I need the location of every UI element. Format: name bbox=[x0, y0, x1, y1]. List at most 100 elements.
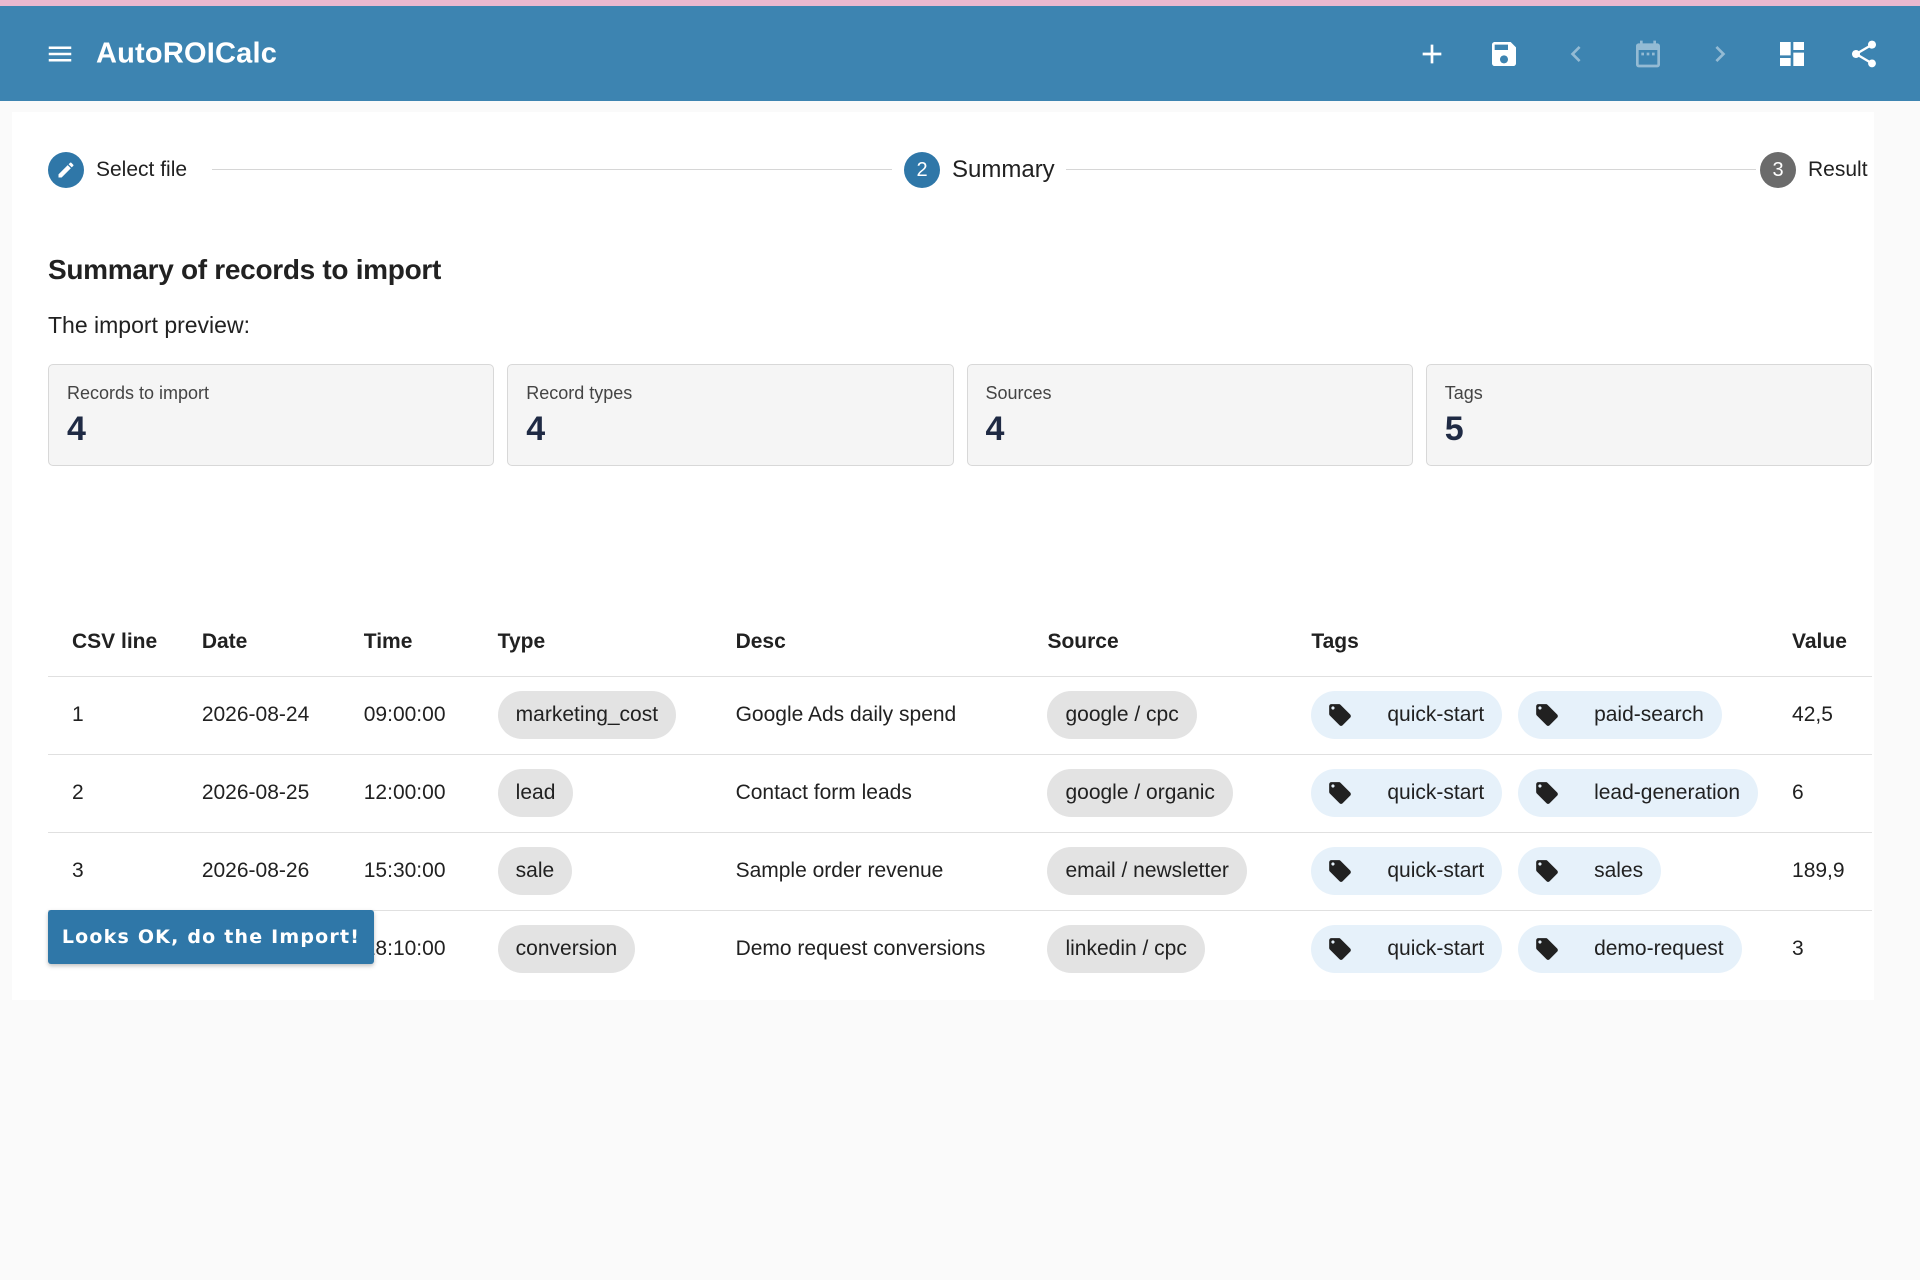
stat-tags: Tags 5 bbox=[1425, 364, 1872, 466]
tag-icon bbox=[1536, 860, 1558, 882]
table-row: 3 2026-08-26 15:30:00 sale Sample order … bbox=[48, 832, 1872, 911]
next-button[interactable] bbox=[1684, 22, 1756, 86]
cell-tags: quick-start paid-search bbox=[1287, 676, 1769, 755]
save-button[interactable] bbox=[1468, 22, 1540, 86]
table-row: 1 2026-08-24 09:00:00 marketing_cost Goo… bbox=[48, 676, 1872, 755]
table-header-row: CSV line Date Time Type Desc Source Tags… bbox=[48, 608, 1872, 677]
summary-stats: Records to import 4 Record types 4 Sourc… bbox=[48, 364, 1872, 466]
cell-value: 42,5 bbox=[1768, 676, 1872, 755]
step-summary[interactable]: 2 Summary bbox=[904, 148, 1055, 192]
cell-tags: quick-start sales bbox=[1287, 832, 1769, 911]
cell-date: 2026-08-25 bbox=[177, 754, 340, 833]
step-label: Select file bbox=[96, 158, 188, 181]
stat-records: Records to import 4 bbox=[48, 364, 495, 466]
tag-icon bbox=[1329, 704, 1352, 726]
cell-source: google / cpc bbox=[1023, 676, 1288, 755]
chevron-left-icon bbox=[1570, 45, 1581, 62]
column-header-value[interactable]: Value bbox=[1768, 608, 1872, 677]
cell-value: 3 bbox=[1792, 937, 1804, 961]
toolbar-actions bbox=[1396, 6, 1900, 101]
section-title: Summary of records to import bbox=[48, 254, 442, 285]
chevron-right-icon bbox=[1715, 45, 1726, 62]
cell-time: 15:30:00 bbox=[339, 832, 474, 911]
cell-tags: quick-start demo-request bbox=[1287, 910, 1768, 988]
save-icon bbox=[1492, 41, 1516, 66]
share-icon bbox=[1852, 40, 1876, 67]
tag-icon bbox=[1329, 860, 1352, 882]
cell-type: lead bbox=[473, 754, 712, 833]
cell-time: 09:00:00 bbox=[339, 676, 474, 755]
tag-label: lead-generation bbox=[1594, 781, 1741, 804]
calendar-icon bbox=[1636, 40, 1660, 67]
source-chip: email / newsletter bbox=[1047, 847, 1247, 895]
stat-value: 5 bbox=[1444, 410, 1464, 448]
tag-label: quick-start bbox=[1387, 781, 1485, 804]
cell-type: marketing_cost bbox=[473, 676, 712, 755]
cell-csv-line: 2 bbox=[48, 754, 178, 833]
cell-desc: Google Ads daily spend bbox=[711, 676, 1024, 755]
cell-desc: Demo request conversions bbox=[735, 937, 986, 961]
stat-value: 4 bbox=[985, 410, 1005, 448]
tag-label: quick-start bbox=[1387, 937, 1485, 961]
stat-value: 4 bbox=[526, 410, 546, 448]
add-button[interactable] bbox=[1396, 22, 1468, 86]
source-chip: linkedin / cpc bbox=[1047, 925, 1205, 974]
type-chip: lead bbox=[497, 769, 574, 817]
type-chip: marketing_cost bbox=[497, 691, 677, 739]
step-connector bbox=[1066, 169, 1756, 170]
previous-button[interactable] bbox=[1540, 22, 1612, 86]
stat-sources: Sources 4 bbox=[966, 364, 1413, 466]
column-header-desc[interactable]: Desc bbox=[711, 608, 1024, 677]
step-number-badge: 3 bbox=[1760, 152, 1796, 188]
tag-chip: quick-start bbox=[1311, 847, 1503, 895]
cell-value: 189,9 bbox=[1768, 832, 1872, 911]
step-done-badge bbox=[48, 152, 84, 188]
app-title: AutoROICalc bbox=[96, 37, 278, 69]
app-bar: AutoROICalc bbox=[0, 6, 1920, 101]
tag-label: quick-start bbox=[1387, 703, 1485, 726]
tag-label: sales bbox=[1594, 859, 1644, 882]
step-number-badge: 2 bbox=[904, 152, 940, 188]
step-result[interactable]: 3 Result bbox=[1760, 148, 1868, 192]
column-header-type[interactable]: Type bbox=[473, 608, 712, 677]
stat-record-types: Record types 4 bbox=[507, 364, 954, 466]
stat-value: 4 bbox=[67, 410, 86, 448]
tag-chip: quick-start bbox=[1311, 769, 1503, 817]
type-chip: sale bbox=[497, 847, 573, 895]
import-card: Select file 2 Summary 3 Result Summary o… bbox=[12, 112, 1874, 1000]
menu-button[interactable] bbox=[44, 38, 76, 70]
do-import-button[interactable]: Looks OK, do the Import! bbox=[48, 910, 374, 964]
cell-source: google / organic bbox=[1023, 754, 1288, 833]
cell-type: conversion bbox=[474, 910, 712, 988]
tag-icon bbox=[1329, 938, 1352, 961]
column-header-source[interactable]: Source bbox=[1023, 608, 1288, 677]
tag-chip: quick-start bbox=[1311, 691, 1503, 739]
column-header-date[interactable]: Date bbox=[177, 608, 340, 677]
tag-icon bbox=[1536, 704, 1558, 726]
stat-label: Tags bbox=[1444, 383, 1483, 403]
dashboard-button[interactable] bbox=[1756, 22, 1828, 86]
pencil-icon bbox=[58, 162, 74, 178]
step-select-file[interactable]: Select file bbox=[48, 148, 187, 192]
stat-label: Record types bbox=[526, 383, 633, 403]
cell-csv-line: 1 bbox=[48, 676, 178, 755]
tag-label: paid-search bbox=[1594, 703, 1704, 726]
column-header-csv-line[interactable]: CSV line bbox=[48, 608, 178, 677]
table-row: 2 2026-08-25 12:00:00 lead Contact form … bbox=[48, 754, 1872, 833]
calendar-button[interactable] bbox=[1612, 22, 1684, 86]
cell-time: 12:00:00 bbox=[339, 754, 474, 833]
stat-label: Records to import bbox=[67, 383, 210, 403]
menu-icon bbox=[48, 46, 72, 61]
tag-icon bbox=[1329, 782, 1352, 804]
stepper: Select file 2 Summary 3 Result bbox=[48, 148, 1870, 192]
cell-desc: Contact form leads bbox=[711, 754, 1024, 833]
column-header-time[interactable]: Time bbox=[339, 608, 474, 677]
cell-source: linkedin / cpc bbox=[1023, 910, 1287, 988]
cell-csv-line: 3 bbox=[48, 832, 178, 911]
cell-tags: quick-start lead-generation bbox=[1287, 754, 1769, 833]
share-button[interactable] bbox=[1828, 22, 1900, 86]
step-label: Summary bbox=[952, 156, 1055, 183]
stat-label: Sources bbox=[985, 383, 1052, 403]
column-header-tags[interactable]: Tags bbox=[1287, 608, 1769, 677]
cell-type: sale bbox=[473, 832, 712, 911]
